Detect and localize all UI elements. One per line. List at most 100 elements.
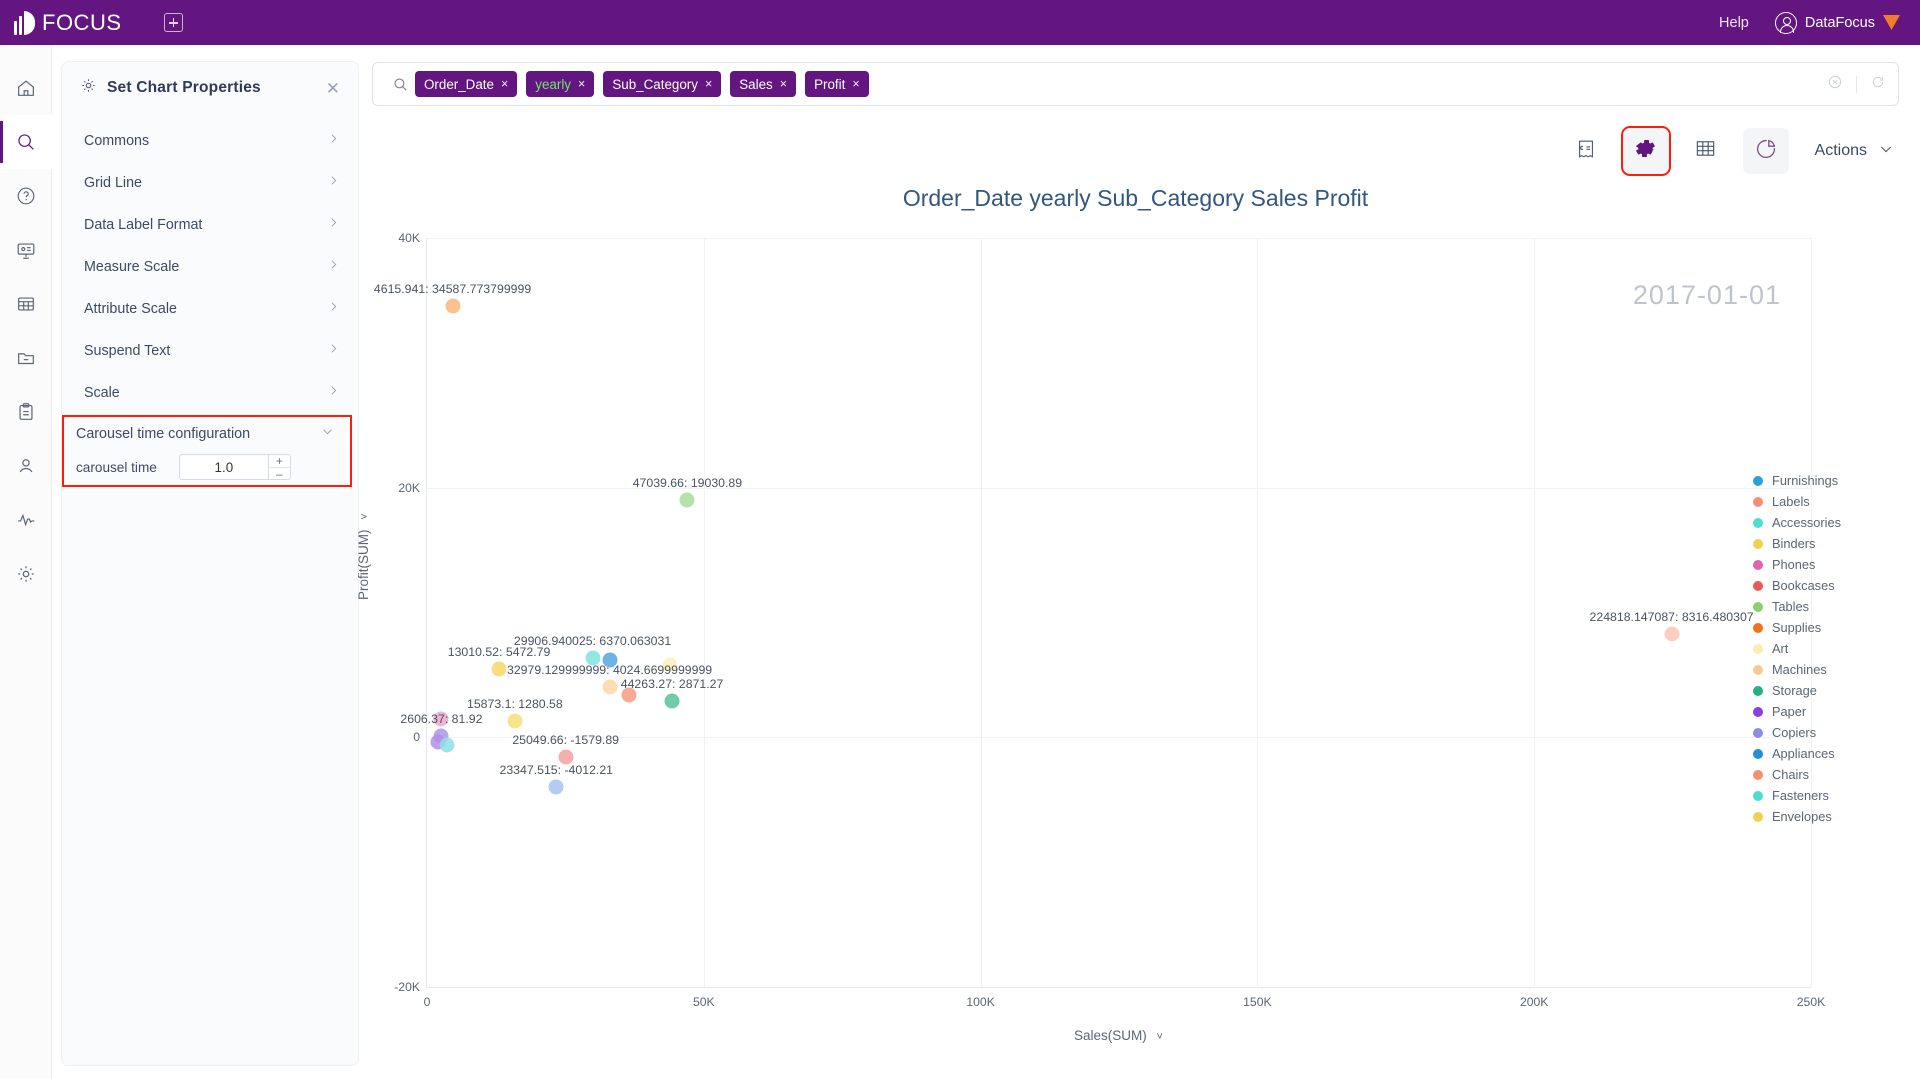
gear-icon (80, 77, 97, 99)
avatar (1774, 11, 1797, 34)
legend-swatch (1753, 664, 1763, 675)
rail-item-resources[interactable] (0, 331, 52, 385)
scatter-point[interactable] (602, 652, 618, 668)
legend-swatch (1753, 496, 1763, 507)
user-menu[interactable]: DataFocus (1774, 11, 1900, 34)
legend-item[interactable]: Binders (1753, 533, 1893, 554)
x-axis-tick: 200K (1519, 995, 1549, 1009)
property-row-data-label-format[interactable]: Data Label Format (62, 204, 358, 246)
rail-item-tasks[interactable] (0, 385, 52, 439)
legend-label: Machines (1772, 662, 1827, 677)
carousel-time-input[interactable] (179, 455, 268, 479)
brand-logo[interactable]: FOCUS (14, 10, 122, 36)
token-remove-icon[interactable]: × (578, 77, 585, 91)
legend-item[interactable]: Accessories (1753, 512, 1893, 533)
legend-swatch (1753, 685, 1763, 696)
legend-item[interactable]: Furnishings (1753, 470, 1893, 491)
property-row-commons[interactable]: Commons (62, 120, 358, 162)
x-axis-tick: 250K (1796, 995, 1826, 1009)
rail-item-help[interactable] (0, 169, 52, 223)
circle-x-icon[interactable] (1827, 74, 1843, 95)
legend-item[interactable]: Fasteners (1753, 785, 1893, 806)
legend-item[interactable]: Appliances (1753, 743, 1893, 764)
scatter-point[interactable] (507, 713, 523, 729)
rail-item-monitor[interactable] (0, 493, 52, 547)
close-icon[interactable]: ✕ (326, 80, 340, 97)
search-token-yearly[interactable]: yearly × (526, 71, 595, 97)
legend-item[interactable]: Envelopes (1753, 806, 1893, 827)
scatter-point[interactable] (439, 737, 455, 753)
y-axis-title[interactable]: Profit(SUM) ˅ (356, 513, 371, 600)
scatter-point[interactable] (602, 679, 618, 695)
scatter-point[interactable] (445, 298, 461, 314)
token-remove-icon[interactable]: × (501, 77, 508, 91)
scatter-point[interactable] (664, 693, 680, 709)
property-row-scale[interactable]: Scale (62, 372, 358, 414)
legend-item[interactable]: Supplies (1753, 617, 1893, 638)
search-token-sub-category[interactable]: Sub_Category × (603, 71, 722, 97)
property-label: Attribute Scale (84, 301, 177, 317)
scatter-point[interactable] (548, 779, 564, 795)
refresh-icon[interactable] (1870, 74, 1886, 95)
legend-label: Paper (1772, 704, 1807, 719)
scatter-point[interactable] (491, 661, 507, 677)
clipboard-icon (15, 401, 37, 423)
actions-menu[interactable]: Actions (1815, 141, 1894, 162)
plus-square-icon[interactable] (163, 13, 183, 32)
scatter-point[interactable] (585, 650, 601, 666)
stepper-decrement-button[interactable]: – (269, 468, 290, 480)
legend-item[interactable]: Chairs (1753, 764, 1893, 785)
left-nav-rail (0, 45, 52, 1079)
carousel-time-stepper[interactable]: + – (178, 454, 291, 480)
search-token-order-date[interactable]: Order_Date × (415, 71, 518, 97)
scatter-point[interactable] (679, 492, 695, 508)
rail-item-home[interactable] (0, 61, 52, 115)
scatter-point[interactable] (662, 657, 678, 673)
x-gridline (1534, 238, 1536, 987)
legend-swatch (1753, 706, 1763, 717)
legend-item[interactable]: Storage (1753, 680, 1893, 701)
scatter-point[interactable] (558, 749, 574, 765)
search-bar[interactable]: Order_Date × yearly × Sub_Category × Sal… (372, 62, 1899, 106)
legend-item[interactable]: Tables (1753, 596, 1893, 617)
rail-item-dashboard[interactable] (0, 223, 52, 277)
scatter-point[interactable] (433, 711, 449, 727)
y-gridline (427, 487, 1811, 489)
x-axis-title[interactable]: Sales(SUM) ˅ (426, 1028, 1811, 1043)
rail-item-account[interactable] (0, 439, 52, 493)
rail-item-table[interactable] (0, 277, 52, 331)
x-gridline (1257, 238, 1259, 987)
rail-item-search[interactable] (0, 115, 52, 169)
property-row-measure-scale[interactable]: Measure Scale (62, 246, 358, 288)
year-annotation: 2017-01-01 (1632, 280, 1781, 310)
legend-item[interactable]: Machines (1753, 659, 1893, 680)
search-token-profit[interactable]: Profit × (805, 71, 869, 97)
scatter-point[interactable] (621, 687, 637, 703)
legend-item[interactable]: Copiers (1753, 722, 1893, 743)
legend-item[interactable]: Phones (1753, 554, 1893, 575)
legend-swatch (1753, 748, 1763, 759)
legend-item[interactable]: Labels (1753, 491, 1893, 512)
property-row-suspend-text[interactable]: Suspend Text (62, 330, 358, 372)
legend-item[interactable]: Paper (1753, 701, 1893, 722)
search-icon[interactable] (385, 76, 415, 93)
property-row-grid-line[interactable]: Grid Line (62, 162, 358, 204)
token-remove-icon[interactable]: × (852, 77, 859, 91)
property-label: Scale (84, 385, 120, 401)
property-label: Grid Line (84, 175, 143, 191)
help-link[interactable]: Help (1719, 15, 1749, 31)
folder-minus-icon (15, 347, 37, 369)
legend-label: Fasteners (1772, 788, 1829, 803)
search-token-sales[interactable]: Sales × (730, 71, 797, 97)
token-remove-icon[interactable]: × (705, 77, 712, 91)
scatter-point[interactable] (1664, 626, 1680, 642)
scatter-point-label: 25049.66: -1579.89 (512, 733, 620, 748)
rail-item-settings[interactable] (0, 547, 52, 601)
carousel-section-header[interactable]: Carousel time configuration (64, 417, 350, 450)
property-row-attribute-scale[interactable]: Attribute Scale (62, 288, 358, 330)
legend-label: Appliances (1772, 746, 1835, 761)
token-remove-icon[interactable]: × (780, 77, 787, 91)
legend-item[interactable]: Art (1753, 638, 1893, 659)
legend-item[interactable]: Bookcases (1753, 575, 1893, 596)
x-axis-tick: 150K (1243, 995, 1272, 1009)
